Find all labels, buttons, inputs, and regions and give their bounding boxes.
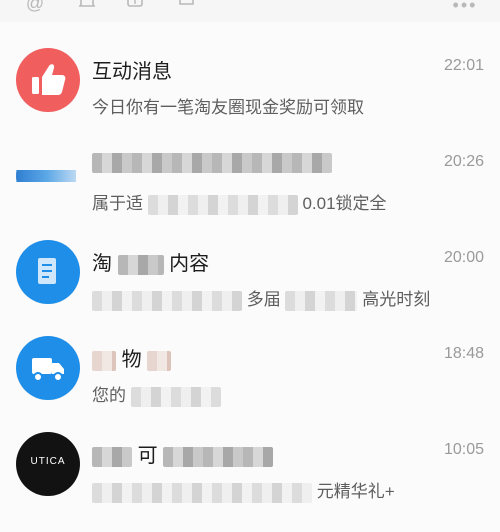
title-mid: 物 [121,349,142,371]
title-suffix: 内容 [169,253,210,275]
conversation-title: 物 [92,343,172,372]
truck-icon [32,358,64,382]
blurred-text [117,254,164,275]
blurred-text [163,446,274,467]
avatar [16,48,80,112]
conversation-row[interactable]: 属于适 0.01锁定全 20:26 [0,118,500,215]
blurred-text [285,290,358,311]
avatar [16,144,80,208]
blurred-title [92,152,332,173]
conversation-preview: 多届 高光时刻 [92,285,430,311]
conversation-time: 10:05 [443,441,484,458]
conversation-preview: 属于适 0.01锁定全 [92,189,387,215]
blurred-text [147,350,172,371]
conversation-time: 20:26 [443,153,484,170]
more-icon[interactable]: ••• [450,0,480,16]
conversation-time: 18:48 [443,345,484,362]
avatar [16,240,80,304]
conversation-row[interactable]: 物 您的 18:48 [0,310,500,407]
preview-suffix: 0.01锁定全 [302,194,387,213]
blurred-text [92,350,116,371]
bell-icon[interactable] [76,0,98,14]
document-icon [38,258,56,284]
conversation-title: 互动消息 [92,61,172,83]
top-toolbar: @ ••• [0,0,500,22]
blurred-text [92,482,312,503]
conversation-row[interactable]: UTICA 可 元精华礼+ 10:05 [0,406,500,503]
blurred-avatar [16,170,76,182]
yen-icon[interactable] [124,0,146,14]
conversation-row[interactable]: 互动消息 今日你有一笔淘友圈现金奖励可领取 22:01 [0,22,500,118]
conversation-preview: 您的 [92,381,221,407]
blurred-text [92,446,132,467]
preview-suffix: 元精华礼+ [316,482,395,501]
brand-logo: UTICA [30,456,66,467]
avatar [16,336,80,400]
conversation-row[interactable]: 淘 内容 多届 高光时刻 20:00 [0,214,500,311]
avatar: UTICA [16,432,80,496]
conversation-time: 22:01 [443,57,484,74]
at-icon[interactable]: @ [24,0,46,14]
blurred-text [130,386,221,407]
thumbs-up-icon [32,64,66,95]
preview-mid: 多届 [246,290,281,309]
conversation-preview: 今日你有一笔淘友圈现金奖励可领取 [92,98,364,117]
title-prefix: 淘 [92,253,112,275]
conversation-title: 可 [92,439,274,468]
conversation-time: 20:00 [443,249,484,266]
conversation-preview: 元精华礼+ [92,477,395,503]
blurred-text [147,194,298,215]
blurred-text [92,290,242,311]
preview-prefix: 您的 [92,386,126,405]
preview-prefix: 属于适 [92,194,143,213]
preview-suffix: 高光时刻 [362,290,431,309]
conversation-title: 淘 内容 [92,247,209,276]
title-mid: 可 [137,445,158,467]
conversation-title [92,151,332,174]
puzzle-icon[interactable] [176,0,198,14]
conversation-list: 互动消息 今日你有一笔淘友圈现金奖励可领取 22:01 属于适 0.01锁定全 … [0,22,500,532]
